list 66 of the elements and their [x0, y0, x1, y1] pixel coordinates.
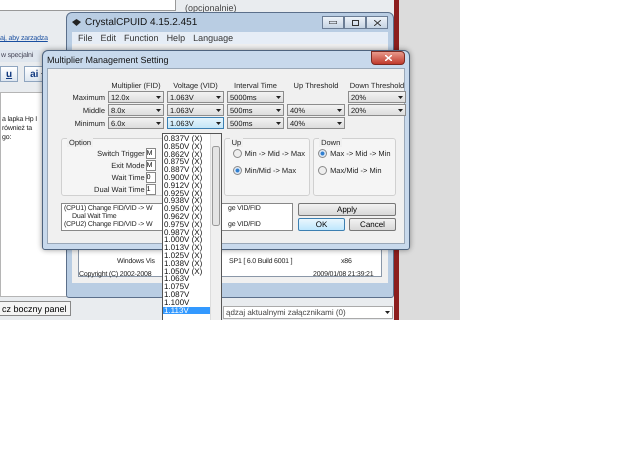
list-item[interactable]: 0.850V (X)	[163, 142, 210, 151]
side-panel-button[interactable]: cz boczny panel	[0, 301, 71, 316]
attachments-dropdown[interactable]: ądzaj aktualnymi załącznikami (0)	[223, 306, 393, 319]
cancel-button[interactable]: Cancel	[349, 218, 396, 231]
dropdown-arrow-icon	[276, 122, 281, 124]
list-item[interactable]: 1.087V	[163, 290, 210, 299]
radio-icon[interactable]	[318, 149, 328, 158]
menu-item[interactable]: Language	[193, 33, 234, 43]
list-item[interactable]: 0.950V (X)	[163, 205, 210, 213]
format-button[interactable]: u	[0, 66, 18, 82]
close-icon	[384, 55, 392, 61]
dropdown-arrow-icon	[337, 108, 342, 112]
menu-item[interactable]: File	[78, 33, 93, 43]
list-item[interactable]: 0.900V (X)	[163, 174, 210, 182]
list-item[interactable]: 1.000V (X)	[163, 236, 210, 244]
menu-item[interactable]: Help	[166, 33, 186, 43]
minimize-icon	[329, 21, 337, 24]
radio-icon[interactable]	[232, 166, 242, 175]
optional-note: (opcjonalnie)	[185, 3, 237, 13]
dropdown-arrow-icon	[216, 96, 221, 98]
list-item[interactable]: 0.962V (X)	[163, 212, 210, 221]
list-item[interactable]: 1.038V (X)	[163, 260, 210, 268]
app-icon	[72, 19, 81, 26]
dropdown-arrow-icon	[398, 108, 403, 112]
menu-item[interactable]: Function	[124, 33, 159, 43]
close-button[interactable]	[366, 16, 388, 29]
close-button[interactable]	[371, 51, 405, 65]
dropdown-arrow-icon	[398, 96, 403, 98]
list-item[interactable]: 1.100V	[163, 298, 210, 307]
list-item[interactable]: 0.975V (X)	[163, 220, 210, 229]
apply-button[interactable]: Apply	[298, 203, 396, 216]
dropdown-arrow-icon	[156, 108, 161, 112]
radio-icon[interactable]	[318, 166, 328, 175]
dropdown-arrow-icon	[156, 122, 161, 124]
dropdown-arrow-icon	[156, 96, 161, 98]
list-item[interactable]: 1.025V (X)	[163, 252, 210, 260]
list-item[interactable]: 1.063V	[163, 275, 210, 284]
dropdown-arrow-icon	[216, 122, 221, 124]
list-item[interactable]: 1.013V (X)	[163, 244, 210, 252]
dropdown-arrow-icon	[337, 122, 342, 124]
ok-button[interactable]: OK	[298, 218, 345, 231]
dropdown-arrow-icon	[216, 108, 221, 112]
list-item[interactable]: 1.050V (X)	[163, 268, 210, 276]
list-item[interactable]: 0.938V (X)	[163, 197, 210, 206]
minimize-button[interactable]	[322, 16, 344, 29]
dropdown-arrow-icon	[276, 96, 281, 98]
list-item[interactable]: 0.987V (X)	[163, 228, 210, 236]
list-item[interactable]: 0.862V (X)	[163, 150, 210, 158]
scroll-thumb-icon[interactable]	[212, 146, 220, 226]
dropdown-arrow-icon	[276, 108, 281, 112]
list-item[interactable]: 0.837V (X)	[163, 135, 210, 143]
maximize-icon	[352, 20, 358, 26]
list-item[interactable]: 0.925V (X)	[163, 190, 210, 198]
maximize-button[interactable]	[344, 16, 366, 29]
dropdown-arrow-icon	[385, 311, 390, 314]
text-field[interactable]	[0, 0, 176, 11]
list-item[interactable]: 0.887V (X)	[163, 166, 210, 174]
scrollbar[interactable]	[210, 134, 221, 320]
dialog-title: Multiplier Management Setting	[47, 54, 169, 64]
window-title: CrystalCPUID 4.15.2.451	[72, 17, 198, 28]
radio-icon[interactable]	[232, 149, 242, 158]
list-item[interactable]: 0.912V (X)	[163, 182, 210, 190]
list-item[interactable]: 0.875V (X)	[163, 158, 210, 166]
list-item[interactable]: 1.075V	[163, 283, 210, 291]
close-icon	[374, 20, 380, 26]
menu-item[interactable]: Edit	[100, 33, 116, 43]
